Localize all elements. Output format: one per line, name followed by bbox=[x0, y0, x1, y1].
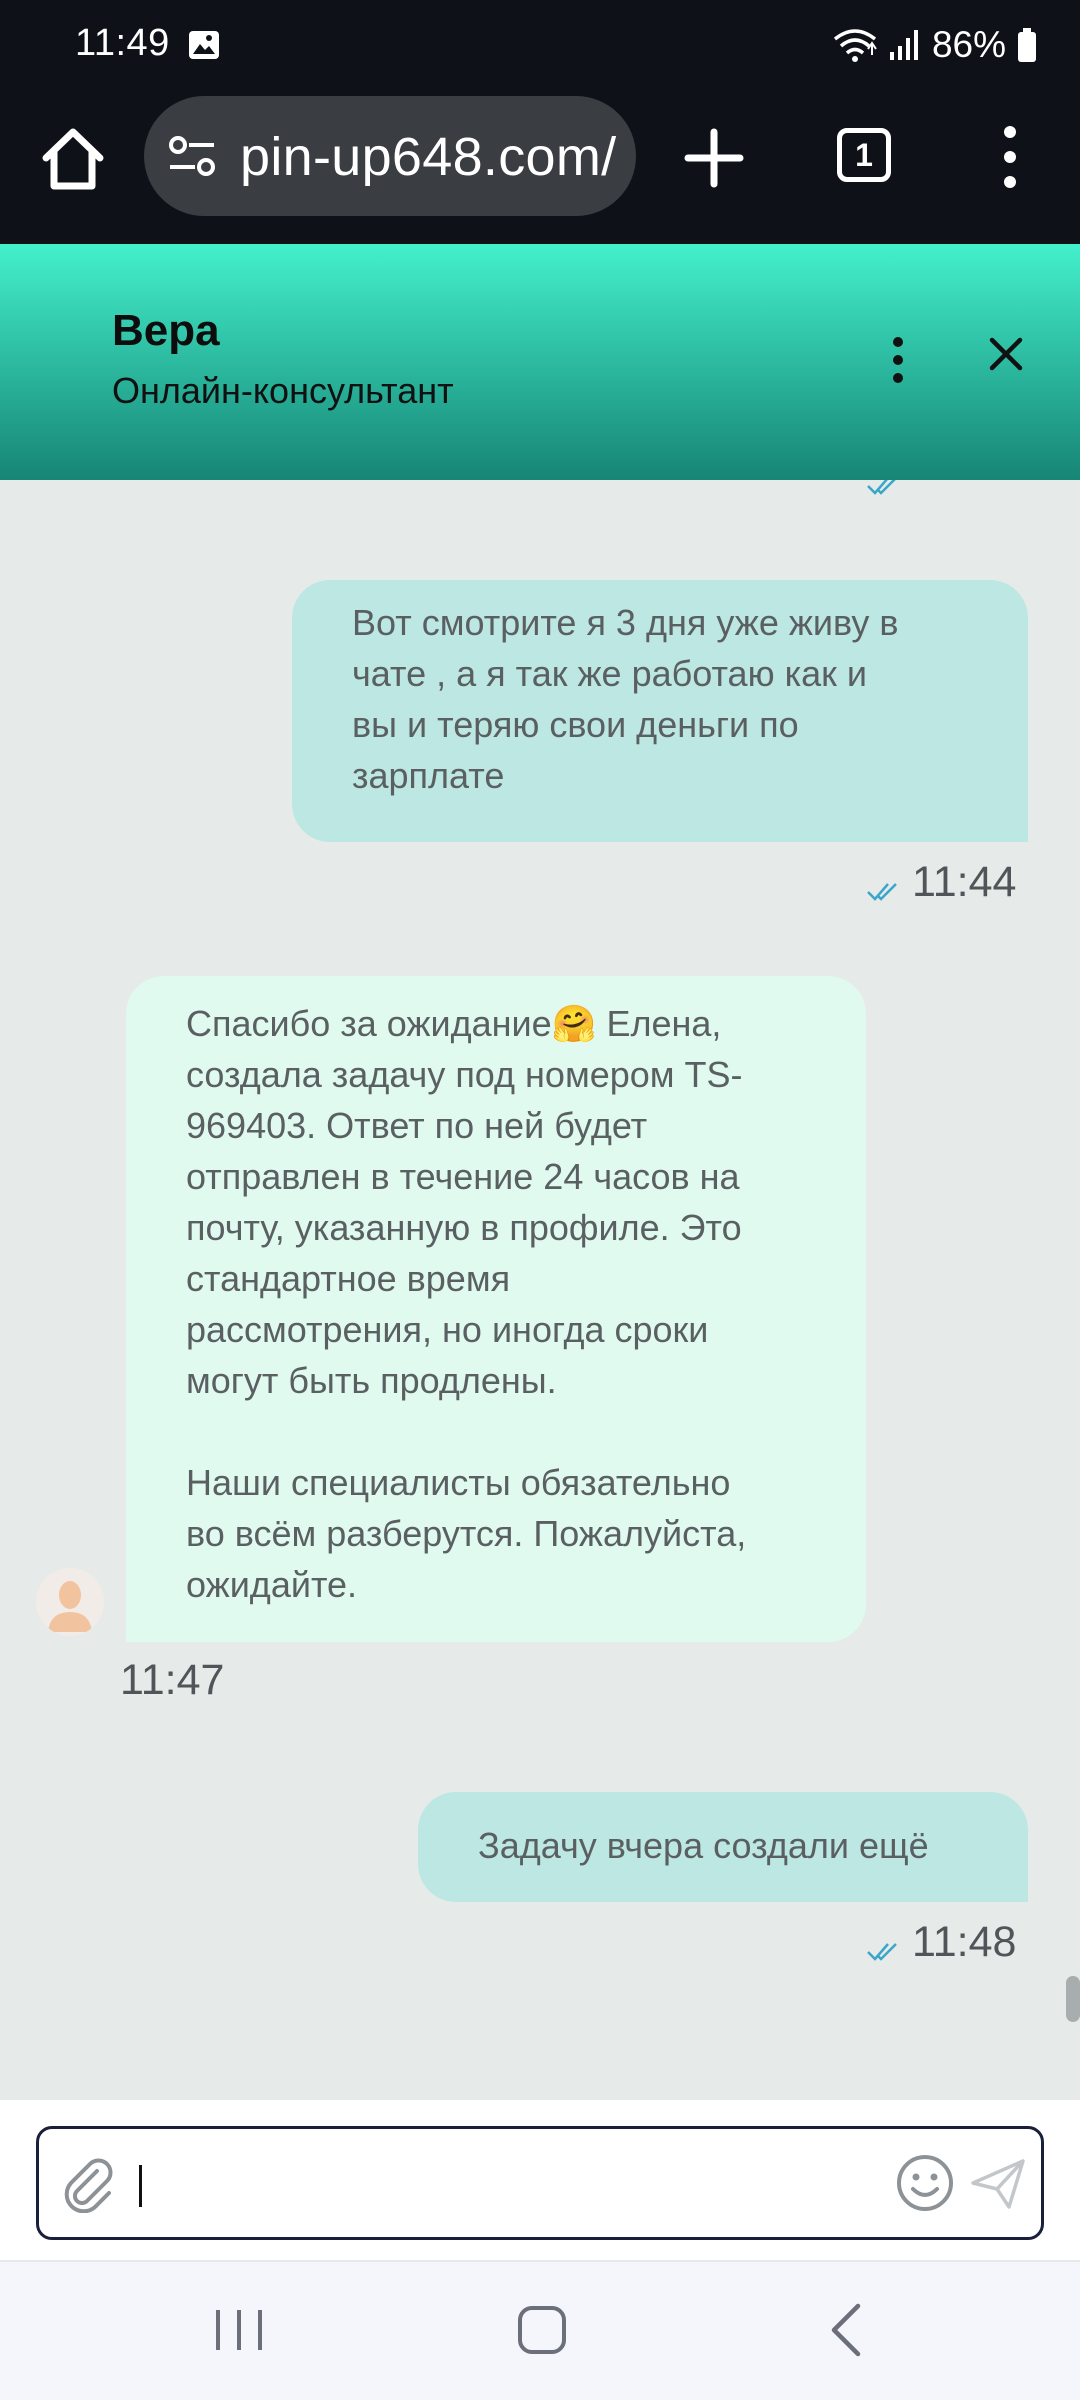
status-indicators: 86% bbox=[832, 20, 1038, 70]
message-line: отправлен в течение 24 часов на bbox=[186, 1156, 740, 1197]
message-line: рассмотрения, но иногда сроки bbox=[186, 1309, 709, 1350]
browser-menu-icon[interactable] bbox=[990, 122, 1030, 192]
message-composer bbox=[0, 2100, 1080, 2260]
message-input[interactable] bbox=[147, 2153, 907, 2215]
message-bubble-incoming: Спасибо за ожидание🤗 Елена, создала зада… bbox=[126, 976, 866, 1642]
scrollbar-thumb[interactable] bbox=[1066, 1976, 1080, 2022]
more-options-icon[interactable] bbox=[880, 332, 916, 392]
agent-avatar bbox=[36, 1568, 104, 1636]
message-bubble-outgoing: Задачу вчера создали ещё bbox=[418, 1792, 1028, 1902]
person-icon bbox=[36, 1568, 104, 1636]
message-timestamp: 11:44 bbox=[912, 858, 1017, 906]
read-check-icon bbox=[867, 883, 897, 901]
tab-count: 1 bbox=[855, 136, 873, 173]
message-line: Спасибо за ожидание🤗 Елена, bbox=[186, 1003, 722, 1044]
message-line: вы и теряю свои деньги по bbox=[352, 704, 799, 745]
recent-apps-icon[interactable] bbox=[210, 2306, 268, 2354]
send-icon[interactable] bbox=[969, 2155, 1027, 2213]
system-navigation-bar bbox=[0, 2260, 1080, 2400]
url-text: pin-up648.com/ bbox=[240, 127, 617, 187]
read-check-icon bbox=[867, 480, 896, 495]
message-line: 969403. Ответ по ней будет bbox=[186, 1105, 648, 1146]
new-tab-icon[interactable] bbox=[682, 126, 746, 190]
back-icon[interactable] bbox=[826, 2302, 866, 2358]
status-bar: 11:49 86% bbox=[0, 0, 1080, 90]
paperclip-icon[interactable] bbox=[61, 2157, 117, 2213]
message-line: стандартное время bbox=[186, 1258, 511, 1299]
message-line: могут быть продлены. bbox=[186, 1360, 557, 1401]
signal-icon bbox=[889, 30, 918, 60]
message-line: Наши специалисты обязательно bbox=[186, 1462, 731, 1503]
chat-messages[interactable]: Вот смотрите я 3 дня уже живу в чате , а… bbox=[0, 480, 1080, 2100]
message-line: Задачу вчера создали ещё bbox=[478, 1825, 929, 1866]
message-line: во всём разберутся. Пожалуйста, bbox=[186, 1513, 747, 1554]
battery-percent: 86% bbox=[931, 24, 1006, 65]
message-bubble-outgoing: Вот смотрите я 3 дня уже живу в чате , а… bbox=[292, 580, 1028, 842]
home-nav-icon[interactable] bbox=[516, 2304, 568, 2356]
site-settings-icon[interactable] bbox=[168, 136, 216, 176]
message-line: чате , а я так же работаю как и bbox=[352, 653, 868, 694]
message-line: ожидайте. bbox=[186, 1564, 358, 1605]
message-timestamp: 11:47 bbox=[120, 1656, 225, 1704]
text-caret bbox=[139, 2165, 142, 2207]
message-line: зарплате bbox=[352, 755, 505, 796]
browser-toolbar: pin-up648.com/ 1 bbox=[0, 90, 1080, 244]
message-input-box[interactable] bbox=[36, 2126, 1044, 2240]
message-timestamp: 11:48 bbox=[912, 1918, 1017, 1966]
message-line: создала задачу под номером TS- bbox=[186, 1054, 743, 1095]
message-line: почту, указанную в профиле. Это bbox=[186, 1207, 742, 1248]
read-check-icon bbox=[867, 1943, 897, 1961]
close-icon[interactable] bbox=[982, 330, 1030, 378]
tab-switcher-button[interactable]: 1 bbox=[837, 128, 891, 182]
address-bar[interactable]: pin-up648.com/ bbox=[144, 96, 636, 216]
wifi-icon bbox=[833, 29, 877, 62]
battery-icon bbox=[1018, 28, 1036, 62]
agent-name: Вера bbox=[112, 306, 220, 355]
status-time: 11:49 bbox=[75, 22, 170, 64]
agent-role: Онлайн-консультант bbox=[112, 370, 454, 411]
emoji-icon[interactable] bbox=[895, 2153, 955, 2213]
message-line: Вот смотрите я 3 дня уже живу в bbox=[352, 602, 899, 643]
home-icon[interactable] bbox=[38, 124, 108, 194]
chat-header: Вера Онлайн-консультант bbox=[0, 244, 1080, 480]
gallery-notification-icon bbox=[189, 31, 219, 59]
